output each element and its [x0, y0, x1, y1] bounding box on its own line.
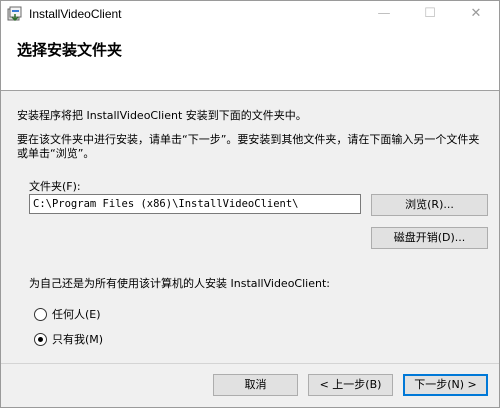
- page-title: 选择安装文件夹: [17, 41, 123, 59]
- window-title: InstallVideoClient: [29, 7, 122, 21]
- installer-window: InstallVideoClient — ☐ ✕ 选择安装文件夹 安装程序将把 …: [0, 0, 500, 408]
- folder-label: 文件夹(F):: [29, 180, 81, 193]
- back-button[interactable]: < 上一步(B): [308, 374, 393, 396]
- radio-circle[interactable]: [34, 307, 47, 321]
- cancel-button[interactable]: 取消: [213, 374, 298, 396]
- browse-button[interactable]: 浏览(R)...: [371, 194, 488, 216]
- install-for-label: 为自己还是为所有使用该计算机的人安装 InstallVideoClient:: [29, 277, 330, 290]
- close-icon[interactable]: ✕: [453, 1, 499, 27]
- radio-label-everyone: 任何人(E): [52, 308, 101, 321]
- radio-label-just-me: 只有我(M): [52, 333, 104, 346]
- instruction-text: 要在该文件夹中进行安装，请单击“下一步”。要安装到其他文件夹，请在下面输入另一个…: [17, 133, 480, 160]
- next-button[interactable]: 下一步(N) >: [403, 374, 488, 396]
- installer-icon: [7, 6, 23, 22]
- radio-everyone[interactable]: 任何人(E): [34, 306, 101, 322]
- folder-path-input[interactable]: C:\Program Files (x86)\InstallVideoClien…: [29, 194, 361, 214]
- page-header: 选择安装文件夹: [1, 27, 499, 91]
- intro-text: 安装程序将把 InstallVideoClient 安装到下面的文件夹中。: [17, 109, 307, 122]
- title-bar: InstallVideoClient — ☐ ✕: [1, 1, 499, 27]
- radio-just-me[interactable]: 只有我(M): [34, 331, 103, 347]
- disk-cost-button[interactable]: 磁盘开销(D)...: [371, 227, 488, 249]
- maximize-icon[interactable]: ☐: [407, 1, 453, 27]
- minimize-icon[interactable]: —: [361, 1, 407, 27]
- footer-divider: [1, 363, 499, 364]
- radio-circle-checked[interactable]: [34, 332, 47, 346]
